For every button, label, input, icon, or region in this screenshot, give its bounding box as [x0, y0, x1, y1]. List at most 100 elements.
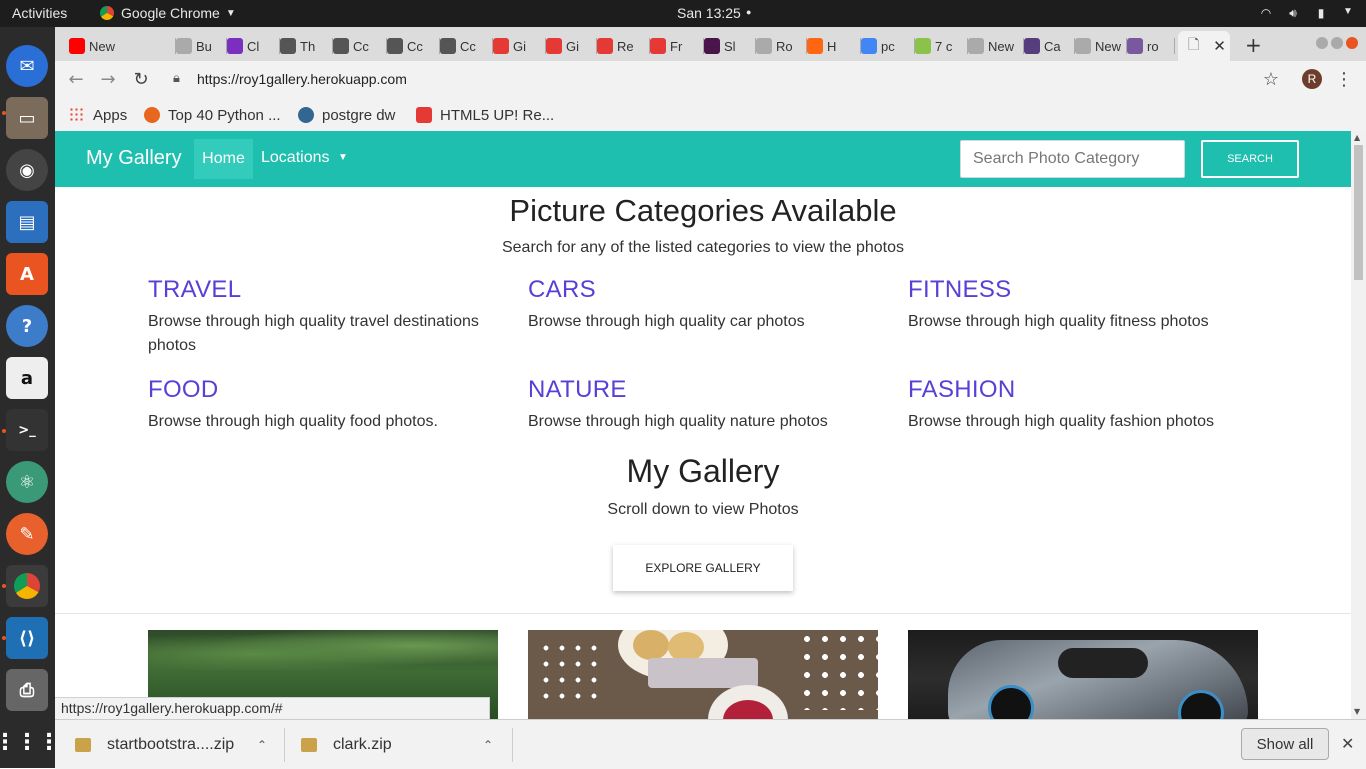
browser-tab[interactable]: Ro [756, 31, 807, 61]
browser-tab[interactable]: Sl [704, 31, 756, 61]
browser-tab[interactable]: New [69, 31, 176, 61]
clock[interactable]: San 13:25 [677, 5, 741, 21]
category-nature: NATURE Browse through high quality natur… [528, 376, 888, 434]
download-separator [284, 728, 285, 762]
address-bar[interactable]: 🔒︎ https://roy1gallery.herokuapp.com [165, 64, 1275, 96]
browser-tab[interactable]: ro [1127, 31, 1175, 61]
close-downloads-icon[interactable]: ✕ [1341, 734, 1354, 754]
browser-tab[interactable]: Ca [1024, 31, 1075, 61]
activities-button[interactable]: Activities [12, 5, 67, 21]
nav-locations-dropdown[interactable]: Locations ▼ [261, 149, 348, 167]
close-tab-icon[interactable]: ✕ [1213, 37, 1226, 55]
browser-tab[interactable]: H [807, 31, 861, 61]
close-window-icon[interactable] [1346, 37, 1358, 49]
wifi-icon[interactable]: ◠ [1258, 6, 1274, 22]
zip-file-icon [75, 737, 91, 752]
tab-label: ro [1147, 38, 1159, 54]
star-icon[interactable]: ☆ [1260, 69, 1282, 91]
minimize-icon[interactable] [1316, 37, 1328, 49]
atom-icon[interactable]: ⚛ [6, 461, 48, 503]
help-icon[interactable]: ? [6, 305, 48, 347]
vscode-icon[interactable]: ⟨⟩ [6, 617, 48, 659]
category-title[interactable]: FASHION [908, 376, 1268, 404]
software-center-icon[interactable]: A [6, 253, 48, 295]
bookmark-postgre[interactable]: postgre dw [298, 103, 395, 127]
browser-tab[interactable]: pc [861, 31, 915, 61]
bookmark-html5up[interactable]: HTML5 UP! Re... [416, 103, 554, 127]
s-icon [546, 38, 562, 54]
browser-tab[interactable]: New [1075, 31, 1127, 61]
download-item[interactable]: startbootstra....zip ⌃ [75, 720, 275, 769]
nav-home[interactable]: Home [194, 139, 253, 179]
photo-food[interactable] [528, 630, 878, 719]
bookmarks-bar: Apps Top 40 Python ... postgre dw HTML5 … [55, 99, 1366, 132]
browser-tab[interactable]: Fr [650, 31, 704, 61]
profile-avatar[interactable]: R [1302, 69, 1322, 89]
app-menu[interactable]: Google Chrome ▼ [100, 5, 236, 21]
back-icon[interactable]: ← [65, 69, 87, 91]
writer-icon[interactable]: ▤ [6, 201, 48, 243]
bookmark-apps[interactable]: Apps [69, 103, 127, 127]
download-item[interactable]: clark.zip ⌃ [301, 720, 501, 769]
chevron-up-icon[interactable]: ⌃ [483, 738, 493, 752]
volume-icon[interactable]: 🔊︎ [1285, 6, 1301, 22]
browser-tab[interactable]: Cc [440, 31, 493, 61]
search-input[interactable] [960, 140, 1185, 178]
amazon-icon[interactable]: a [6, 357, 48, 399]
terminal-icon[interactable]: >_ [6, 409, 48, 451]
browser-tab[interactable]: Cl [227, 31, 280, 61]
browser-tab[interactable]: Cc [387, 31, 440, 61]
show-apps-icon[interactable]: ⋮⋮⋮ [0, 721, 60, 763]
site-brand[interactable]: My Gallery [86, 147, 182, 170]
new-tab-icon[interactable]: + [1245, 33, 1262, 57]
chevron-up-icon[interactable]: ⌃ [257, 738, 267, 752]
battery-icon[interactable]: ▮ [1313, 6, 1329, 22]
browser-tab[interactable]: 7 c [915, 31, 968, 61]
printer-icon[interactable]: ⎙ [6, 669, 48, 711]
category-title[interactable]: FOOD [148, 376, 508, 404]
url-text[interactable]: https://roy1gallery.herokuapp.com [197, 71, 407, 87]
browser-tab[interactable]: Cc [333, 31, 387, 61]
photo-car[interactable] [908, 630, 1258, 719]
category-title[interactable]: CARS [528, 276, 888, 304]
category-title[interactable]: NATURE [528, 376, 888, 404]
tab-label: Ro [776, 38, 793, 54]
search-button[interactable]: Search [1201, 140, 1299, 178]
category-description: Browse through high quality nature photo… [528, 413, 828, 430]
browser-tab[interactable]: Gi [493, 31, 546, 61]
thunderbird-icon[interactable]: ✉ [6, 45, 48, 87]
maximize-icon[interactable] [1331, 37, 1343, 49]
bookmark-python[interactable]: Top 40 Python ... [144, 103, 281, 127]
category-fashion: FASHION Browse through high quality fash… [908, 376, 1268, 434]
page-scrollbar[interactable]: ▲ ▼ [1351, 131, 1366, 719]
bookmark-label: HTML5 UP! Re... [440, 106, 555, 124]
tab-active[interactable]: 🗋 ✕ [1178, 31, 1230, 61]
system-menu-chevron-icon[interactable]: ▼ [1340, 6, 1356, 22]
category-title[interactable]: FITNESS [908, 276, 1268, 304]
postgres-icon [298, 107, 314, 123]
tab-label: Gi [566, 38, 579, 54]
browser-toolbar: ← → ↻ 🔒︎ https://roy1gallery.herokuapp.c… [55, 61, 1366, 99]
browser-tab[interactable]: Gi [546, 31, 597, 61]
reload-icon[interactable]: ↻ [130, 69, 152, 91]
caret-down-icon: ▼ [337, 152, 348, 163]
colorlib-icon [227, 38, 243, 54]
slack-icon [704, 38, 720, 54]
explore-gallery-button[interactable]: Explore Gallery [613, 545, 793, 591]
scroll-up-icon[interactable]: ▲ [1354, 133, 1360, 142]
browser-tab[interactable]: New [968, 31, 1024, 61]
menu-kebab-icon[interactable]: ⋮ [1333, 69, 1355, 91]
files-icon[interactable]: ▭ [6, 97, 48, 139]
category-title[interactable]: TRAVEL [148, 276, 508, 304]
postman-icon[interactable]: ✎ [6, 513, 48, 555]
show-all-button[interactable]: Show all [1241, 728, 1329, 760]
forward-icon[interactable]: → [97, 69, 119, 91]
browser-tab[interactable]: Re [597, 31, 650, 61]
page-title: Picture Categories Available [509, 193, 897, 228]
scroll-down-icon[interactable]: ▼ [1354, 707, 1360, 716]
browser-tab[interactable]: Bu [176, 31, 227, 61]
rhythmbox-icon[interactable]: ◉ [6, 149, 48, 191]
browser-tab[interactable]: Th [280, 31, 333, 61]
scrollbar-thumb[interactable] [1354, 145, 1363, 280]
chrome-dock-icon[interactable] [6, 565, 48, 607]
